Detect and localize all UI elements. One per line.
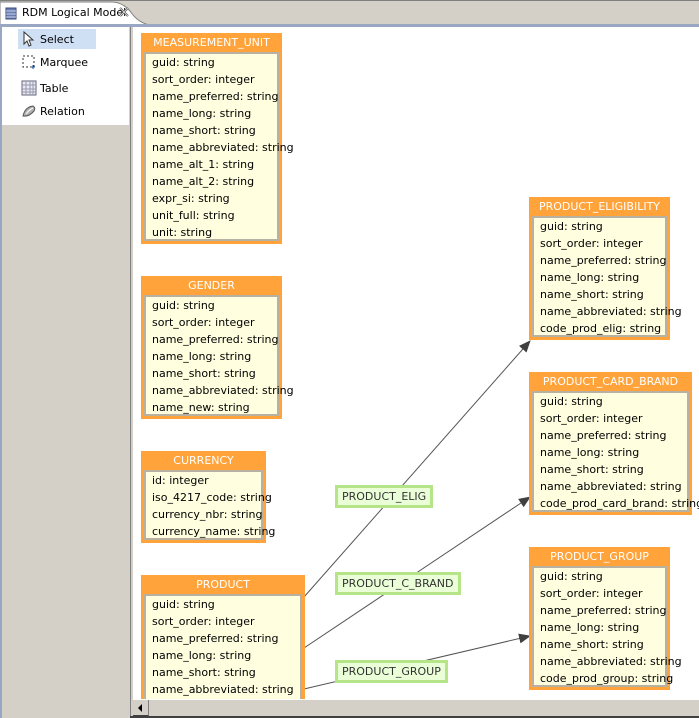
entity-attributes: guid: string sort_order: integer name_pr…	[144, 594, 302, 699]
entity-attribute: name_abbreviated: string	[152, 141, 294, 154]
entity-title: PRODUCT_GROUP	[550, 550, 649, 563]
palette-item-relation[interactable]: Relation	[18, 101, 96, 121]
entity-attributes: guid: string sort_order: integer name_pr…	[532, 216, 682, 337]
entity-attributes: id: integer iso_4217_code: string curren…	[144, 470, 276, 540]
entity-attribute: name_alt_1: string	[152, 158, 255, 171]
entity-attribute: sort_order: integer	[152, 73, 255, 86]
entity-attribute: name_abbreviated: string	[540, 480, 682, 493]
entity-attribute: name_preferred: string	[540, 254, 667, 267]
entity-attribute: name_short: string	[540, 288, 644, 301]
entity-attribute: guid: string	[152, 56, 215, 69]
entity-attribute: sort_order: integer	[540, 412, 643, 425]
table-grid-icon	[21, 80, 37, 96]
entity-measurement-unit[interactable]: MEASUREMENT_UNIT guid: string sort_order…	[141, 33, 294, 244]
palette-item-label: Select	[40, 32, 74, 46]
relation-icon	[22, 105, 36, 117]
entity-title: PRODUCT_ELIGIBILITY	[538, 200, 661, 213]
entity-product-group[interactable]: PRODUCT_GROUP guid: string sort_order: i…	[529, 547, 682, 690]
entity-attribute: guid: string	[540, 220, 603, 233]
entity-attribute: name_preferred: string	[152, 632, 279, 645]
entity-attribute: name_long: string	[540, 621, 640, 634]
scroll-left-button[interactable]	[133, 700, 149, 716]
diagram-canvas[interactable]: MEASUREMENT_UNIT guid: string sort_order…	[133, 27, 699, 699]
entity-title: GENDER	[188, 279, 235, 292]
entity-attribute: expr_si: string	[152, 192, 230, 205]
entity-attribute: name_short: string	[152, 666, 256, 679]
entity-product-eligibility[interactable]: PRODUCT_ELIGIBILITY guid: string sort_or…	[529, 197, 682, 340]
entity-product-card-brand[interactable]: PRODUCT_CARD_BRAND guid: string sort_ord…	[529, 372, 699, 515]
palette-item-table[interactable]: Table	[18, 78, 96, 98]
palette-item-marquee[interactable]: Marquee	[18, 52, 96, 72]
entity-attribute: sort_order: integer	[540, 237, 643, 250]
entity-attribute: code_prod_elig: string	[540, 322, 662, 335]
entity-attribute: name_long: string	[152, 350, 252, 363]
entity-attribute: id: integer	[152, 474, 209, 487]
entity-attributes: guid: string sort_order: integer name_pr…	[532, 391, 699, 512]
entity-attribute: name_preferred: string	[540, 604, 667, 617]
entity-attribute: name_long: string	[152, 649, 252, 662]
entity-attribute: sort_order: integer	[540, 587, 643, 600]
entity-attribute: name_long: string	[152, 107, 252, 120]
entity-attribute: name_short: string	[540, 638, 644, 651]
entity-attributes: guid: string sort_order: integer name_pr…	[144, 52, 294, 241]
entity-attribute: name_abbreviated: string	[540, 655, 682, 668]
entity-attribute: code_prod_group: string	[540, 672, 674, 685]
entity-attribute: guid: string	[152, 598, 215, 611]
editor-tab[interactable]: RDM Logical Model	[0, 1, 150, 26]
entity-attribute: name_preferred: string	[152, 333, 279, 346]
entity-product[interactable]: PRODUCT guid: string sort_order: integer…	[141, 575, 305, 699]
entity-attribute: sort_order: integer	[152, 316, 255, 329]
entity-attributes: guid: string sort_order: integer name_pr…	[532, 566, 682, 687]
palette-item-label: Relation	[40, 104, 85, 118]
entity-attribute: guid: string	[540, 395, 603, 408]
entity-attribute: sort_order: integer	[152, 615, 255, 628]
entity-attribute: name_short: string	[540, 463, 644, 476]
entity-attribute: name_short: string	[152, 124, 256, 137]
entity-attribute: name_short: string	[152, 367, 256, 380]
palette-item-label: Table	[40, 81, 69, 95]
horizontal-scrollbar[interactable]	[133, 699, 699, 716]
diagram-area: MEASUREMENT_UNIT guid: string sort_order…	[130, 27, 699, 718]
entity-attribute: guid: string	[152, 299, 215, 312]
relation-label-product-elig[interactable]: PRODUCT_ELIG	[335, 485, 434, 508]
entity-title: MEASUREMENT_UNIT	[153, 36, 270, 49]
relation-label-product-c-brand[interactable]: PRODUCT_C_BRAND	[335, 572, 461, 595]
entity-currency[interactable]: CURRENCY id: integer iso_4217_code: stri…	[141, 451, 276, 543]
palette-item-label: Marquee	[40, 55, 89, 69]
entity-attribute: currency_name: string	[152, 525, 276, 538]
entity-attribute: unit: string	[152, 226, 213, 239]
entity-attribute: name_alt_2: string	[152, 175, 255, 188]
editor-tab-bar: RDM Logical Model	[0, 0, 699, 26]
entity-attribute: guid: string	[540, 570, 603, 583]
editor-tab-title: RDM Logical Model	[22, 6, 127, 19]
entity-attribute: name_long: string	[540, 271, 640, 284]
database-icon	[5, 7, 17, 20]
entity-attribute: unit_full: string	[152, 209, 235, 222]
entity-gender[interactable]: GENDER guid: string sort_order: integer …	[141, 276, 294, 419]
relation-line-product-elig[interactable]	[303, 340, 531, 598]
palette-tools: Select Marquee Table Relation	[2, 27, 129, 125]
entity-title: PRODUCT	[196, 578, 250, 591]
entity-attribute: code_prod_card_brand: string	[540, 497, 699, 510]
entity-attributes: guid: string sort_order: integer name_pr…	[144, 295, 294, 416]
palette: Select Marquee Table Relation	[0, 27, 129, 718]
entity-attribute: name_long: string	[540, 446, 640, 459]
entity-attribute: currency_nbr: string	[152, 508, 263, 521]
arrow-pointer-icon	[23, 31, 35, 47]
marquee-icon	[22, 55, 35, 69]
close-icon[interactable]	[118, 6, 130, 18]
entity-attribute: name_abbreviated: string	[540, 305, 682, 318]
entity-attribute: name_abbreviated: string	[152, 683, 294, 696]
entity-attribute: name_preferred: string	[540, 429, 667, 442]
entity-title: CURRENCY	[173, 454, 234, 467]
relation-label-product-group[interactable]: PRODUCT_GROUP	[335, 660, 448, 683]
palette-item-select[interactable]: Select	[18, 29, 96, 49]
entity-title: PRODUCT_CARD_BRAND	[542, 375, 679, 388]
entity-attribute: iso_4217_code: string	[152, 491, 272, 504]
entity-attribute: name_abbreviated: string	[152, 384, 294, 397]
entity-attribute: name_new: string	[152, 401, 250, 414]
entity-attribute: name_preferred: string	[152, 90, 279, 103]
